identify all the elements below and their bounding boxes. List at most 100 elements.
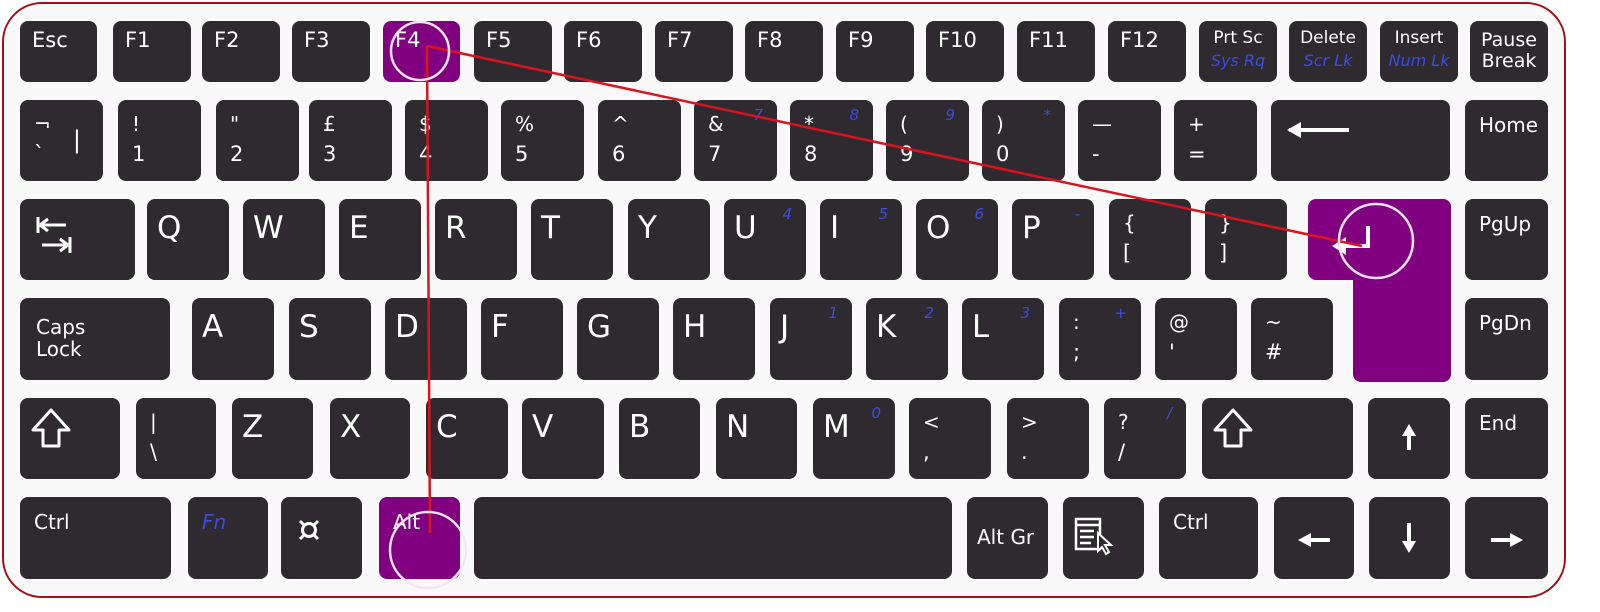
key-3[interactable]: £3 <box>309 100 392 181</box>
key-equals[interactable]: + = <box>1174 100 1257 181</box>
key-legend-primary: Alt <box>393 510 421 534</box>
key-7[interactable]: & 7 7 <box>694 100 777 181</box>
key-g[interactable]: G <box>577 298 659 380</box>
key-v[interactable]: V <box>522 398 604 479</box>
key-4[interactable]: $4 <box>405 100 488 181</box>
key-f1[interactable]: F1 <box>113 21 191 82</box>
key-e[interactable]: E <box>339 199 421 280</box>
key-m[interactable]: M0 <box>813 398 895 479</box>
key-pgup[interactable]: PgUp <box>1465 199 1548 280</box>
key-tab[interactable] <box>20 199 135 280</box>
key-legend-secondary: 8 <box>804 142 818 166</box>
key-left[interactable] <box>1274 497 1354 579</box>
key-f9[interactable]: F9 <box>836 21 914 82</box>
key-t[interactable]: T <box>531 199 613 280</box>
key-f5[interactable]: F5 <box>474 21 552 82</box>
key-pgdn[interactable]: PgDn <box>1465 298 1548 380</box>
key-home[interactable]: Home <box>1465 100 1548 181</box>
key-b[interactable]: B <box>619 398 700 479</box>
key-backtick[interactable]: ¬ ` | <box>20 100 103 181</box>
key-alt-gr[interactable]: Alt Gr <box>967 497 1048 579</box>
key-i[interactable]: I5 <box>820 199 902 280</box>
key-k[interactable]: K2 <box>866 298 948 380</box>
key-1[interactable]: ! 1 <box>118 100 201 181</box>
key-legend-secondary: 4 <box>419 142 433 166</box>
key-z[interactable]: Z <box>232 398 313 479</box>
key-f2[interactable]: F2 <box>202 21 280 82</box>
key-f3[interactable]: F3 <box>292 21 370 82</box>
key-f11[interactable]: F11 <box>1017 21 1095 82</box>
key-up[interactable] <box>1368 398 1450 479</box>
key-f6[interactable]: F6 <box>564 21 642 82</box>
key-down[interactable] <box>1369 497 1450 579</box>
key-menu[interactable] <box>1063 497 1144 579</box>
key-legend-secondary: 3 <box>323 142 337 166</box>
key-9[interactable]: (9 9 <box>886 100 969 181</box>
key-legend-primary: F8 <box>757 28 783 52</box>
key-caps-lock[interactable]: Caps Lock <box>20 298 170 380</box>
key-x[interactable]: X <box>330 398 410 479</box>
key-r[interactable]: R <box>435 199 517 280</box>
key-l[interactable]: L3 <box>962 298 1044 380</box>
key-comma[interactable]: <, <box>909 398 991 479</box>
key-u[interactable]: U4 <box>724 199 806 280</box>
key-w[interactable]: W <box>243 199 325 280</box>
key-h[interactable]: H <box>673 298 755 380</box>
key-esc[interactable]: Esc <box>20 21 97 82</box>
key-backspace[interactable] <box>1271 100 1450 181</box>
key-legend-primary: F5 <box>486 28 512 52</box>
key-space[interactable] <box>474 497 952 579</box>
key-left-ctrl[interactable]: Ctrl <box>20 497 171 579</box>
key-n[interactable]: N <box>716 398 797 479</box>
key-p[interactable]: P- <box>1012 199 1094 280</box>
key-semicolon[interactable]: :; + <box>1059 298 1141 380</box>
key-legend-primary: F9 <box>848 28 874 52</box>
key-6[interactable]: ^ 6 <box>598 100 681 181</box>
key-alt[interactable]: Alt <box>379 497 460 579</box>
key-hash[interactable]: ~ # <box>1251 298 1333 380</box>
key-windows[interactable] <box>281 497 362 579</box>
key-legend-primary: X <box>340 409 362 445</box>
key-fn[interactable]: Fn <box>188 497 268 579</box>
key-c[interactable]: C <box>426 398 508 479</box>
key-f[interactable]: F <box>481 298 563 380</box>
key-0[interactable]: ) 0 * <box>982 100 1065 181</box>
key-f7[interactable]: F7 <box>655 21 733 82</box>
key-left-shift[interactable] <box>20 398 120 479</box>
key-left-bracket[interactable]: {[ <box>1109 199 1191 280</box>
key-minus[interactable]: — - <box>1078 100 1161 181</box>
key-f8[interactable]: F8 <box>745 21 823 82</box>
key-legend-primary: R <box>445 210 467 246</box>
key-enter[interactable] <box>1308 199 1451 280</box>
key-5[interactable]: % 5 <box>501 100 584 181</box>
key-2[interactable]: " 2 <box>216 100 299 181</box>
key-f12[interactable]: F12 <box>1108 21 1186 82</box>
key-quote[interactable]: @ ' <box>1155 298 1237 380</box>
key-s[interactable]: S <box>289 298 371 380</box>
key-legend-primary: Ctrl <box>1173 510 1209 534</box>
key-insert[interactable]: Insert Num Lk <box>1380 21 1458 82</box>
key-right-bracket[interactable]: }] <box>1205 199 1287 280</box>
key-y[interactable]: Y <box>628 199 710 280</box>
key-q[interactable]: Q <box>147 199 229 280</box>
key-o[interactable]: O6 <box>916 199 998 280</box>
key-f4[interactable]: F4 <box>383 21 460 82</box>
key-prtsc[interactable]: Prt Sc Sys Rq <box>1199 21 1277 82</box>
key-period[interactable]: >. <box>1007 398 1089 479</box>
key-pause[interactable]: Pause Break <box>1470 21 1548 82</box>
key-a[interactable]: A <box>192 298 274 380</box>
key-d[interactable]: D <box>385 298 467 380</box>
key-legend-primary: T <box>541 210 560 246</box>
key-end[interactable]: End <box>1465 398 1548 479</box>
key-legend-primary: £ <box>323 112 336 136</box>
key-backslash[interactable]: | \ <box>136 398 216 479</box>
key-right-shift[interactable] <box>1202 398 1353 479</box>
key-8[interactable]: * 8 8 <box>790 100 873 181</box>
key-right-ctrl[interactable]: Ctrl <box>1159 497 1258 579</box>
key-right[interactable] <box>1465 497 1548 579</box>
key-slash[interactable]: ? / / <box>1104 398 1186 479</box>
key-legend-fn-layer: 1 <box>828 304 838 322</box>
key-j[interactable]: J1 <box>770 298 852 380</box>
key-delete[interactable]: Delete Scr Lk <box>1289 21 1367 82</box>
key-f10[interactable]: F10 <box>926 21 1004 82</box>
